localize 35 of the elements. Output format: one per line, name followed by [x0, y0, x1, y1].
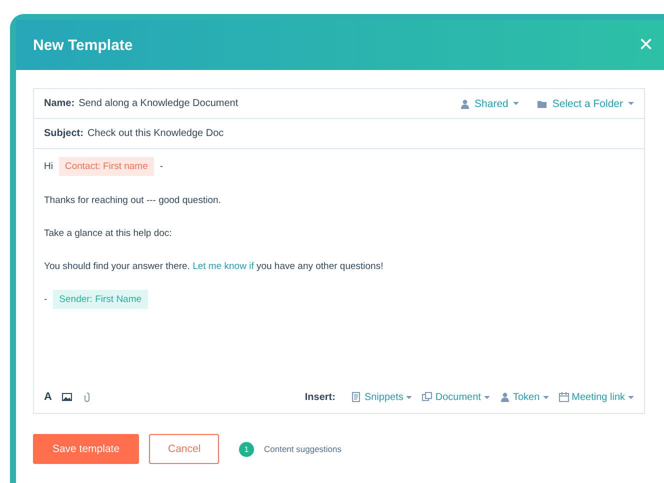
- calendar-icon: [558, 392, 569, 402]
- body-paragraph: Take a glance at this help doc:: [44, 228, 172, 238]
- person-icon: [460, 98, 470, 108]
- document-icon: [351, 392, 362, 402]
- insert-menu[interactable]: Token: [500, 392, 549, 402]
- link[interactable]: Let me know if: [192, 260, 254, 272]
- folder-icon: [537, 98, 548, 108]
- count-badge: 1: [239, 442, 254, 456]
- text-style-button[interactable]: A: [44, 391, 52, 403]
- suggestions-link[interactable]: Content suggestions: [264, 444, 342, 454]
- field-label: Name:: [44, 98, 75, 109]
- image-icon: [62, 392, 72, 402]
- insert-menu[interactable]: Meeting link: [558, 392, 634, 402]
- field-label: Subject:: [44, 128, 84, 139]
- close-button[interactable]: ×: [638, 33, 653, 57]
- body-paragraph: You should find your answer there. Let me know if you have any other questions!: [44, 260, 384, 272]
- sender-token: Sender: First Name: [53, 290, 148, 309]
- insert-label: Insert:: [304, 392, 336, 402]
- body-text: -: [44, 294, 48, 305]
- insert-menu[interactable]: Snippets: [351, 392, 412, 402]
- body-text: Hi: [44, 161, 53, 172]
- name-value: Send along a Knowledge Document: [78, 98, 238, 109]
- documents-icon: [422, 392, 432, 402]
- body-paragraph: Thanks for reaching out --- good question.: [44, 194, 221, 206]
- dropdown-menu[interactable]: Select a Folder: [537, 98, 634, 110]
- dropdown-menu[interactable]: Shared: [460, 98, 520, 110]
- paperclip-icon: [82, 392, 92, 402]
- body-text: -: [160, 161, 164, 172]
- cancel-button[interactable]: Cancel: [149, 434, 219, 464]
- insert-menu[interactable]: Document: [422, 392, 490, 402]
- save-button[interactable]: Save template: [33, 434, 139, 464]
- subject-value: Check out this Knowledge Doc: [87, 128, 224, 139]
- person-icon: [500, 392, 510, 402]
- contact-token: Contact: First name: [58, 157, 154, 176]
- window-title: New Template: [33, 36, 133, 54]
